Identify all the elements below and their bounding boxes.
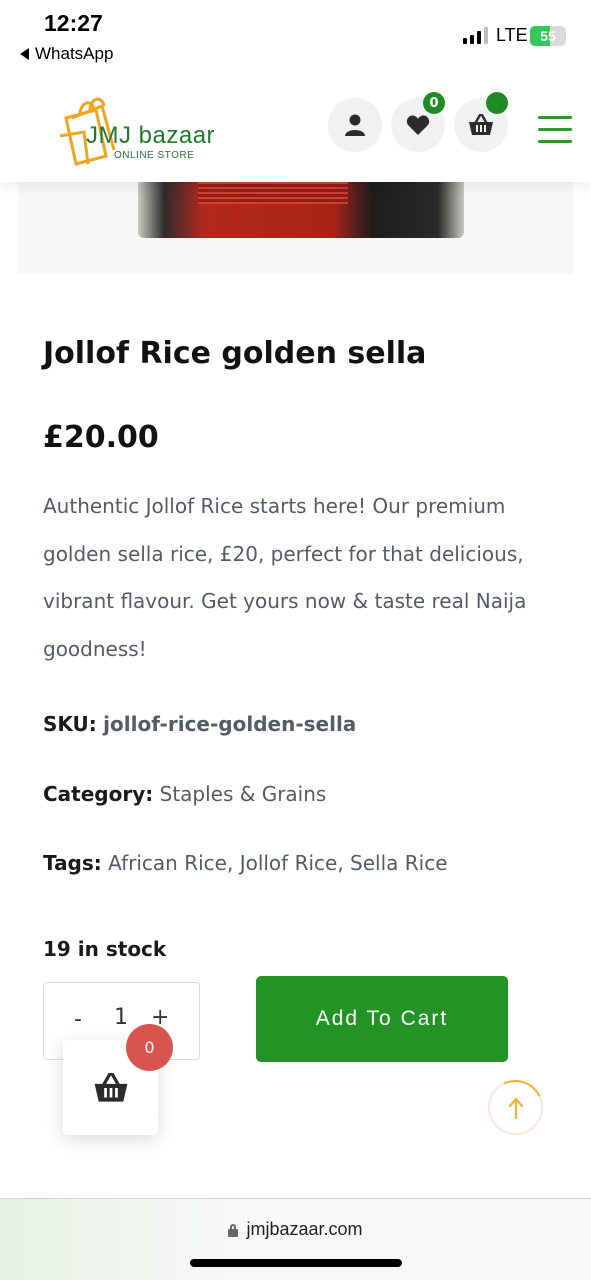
battery-level: 55 bbox=[540, 28, 556, 44]
product-image[interactable] bbox=[18, 182, 573, 274]
quantity-input[interactable]: 1 bbox=[114, 1005, 128, 1030]
tag-separator: , bbox=[337, 851, 344, 875]
heart-icon bbox=[406, 115, 430, 135]
cart-button[interactable] bbox=[454, 92, 508, 152]
battery-icon: 55 bbox=[530, 26, 566, 46]
wishlist-count-badge: 0 bbox=[423, 92, 445, 114]
hamburger-menu-icon[interactable] bbox=[538, 116, 572, 144]
basket-icon bbox=[469, 114, 493, 135]
tags-label: Tags: bbox=[43, 851, 102, 875]
site-logo[interactable]: JMJ bazaar ONLINE STORE bbox=[56, 90, 246, 166]
tag-link[interactable]: Sella Rice bbox=[350, 851, 447, 875]
wishlist-button[interactable]: 0 bbox=[391, 92, 445, 152]
home-indicator[interactable] bbox=[190, 1259, 402, 1267]
account-button[interactable] bbox=[328, 98, 382, 152]
quantity-decrease-button[interactable]: - bbox=[74, 1007, 82, 1032]
back-app-label: WhatsApp bbox=[35, 44, 114, 63]
status-bar: 12:27 WhatsApp LTE 55 bbox=[0, 0, 591, 76]
lock-icon bbox=[228, 1223, 239, 1237]
product-sku: SKU: jollof-rice-golden-sella bbox=[43, 712, 356, 736]
network-type: LTE bbox=[496, 25, 528, 45]
logo-tagline: ONLINE STORE bbox=[114, 150, 195, 161]
basket-icon bbox=[94, 1072, 127, 1102]
user-icon bbox=[345, 114, 365, 136]
signal-strength-icon bbox=[463, 26, 488, 44]
product-category: Category: Staples & Grains bbox=[43, 782, 326, 806]
product-title: Jollof Rice golden sella bbox=[43, 336, 427, 371]
tag-link[interactable]: Jollof Rice bbox=[240, 851, 338, 875]
status-time: 12:27 bbox=[44, 10, 103, 36]
add-to-cart-button[interactable]: Add To Cart bbox=[256, 976, 508, 1062]
tag-link[interactable]: African Rice bbox=[108, 851, 227, 875]
back-to-app-link[interactable]: WhatsApp bbox=[20, 44, 113, 64]
browser-address-bar[interactable]: jmjbazaar.com bbox=[0, 1198, 591, 1280]
url-text: jmjbazaar.com bbox=[246, 1219, 363, 1239]
product-description: Authentic Jollof Rice starts here! Our p… bbox=[43, 494, 527, 661]
sku-label: SKU: bbox=[43, 712, 97, 736]
tag-separator: , bbox=[226, 851, 234, 875]
floating-cart-count-badge: 0 bbox=[126, 1024, 173, 1071]
sku-value: jollof-rice-golden-sella bbox=[103, 712, 357, 736]
site-header: JMJ bazaar ONLINE STORE 0 bbox=[0, 76, 591, 182]
cart-indicator-dot bbox=[486, 92, 508, 114]
category-link[interactable]: Staples & Grains bbox=[160, 782, 327, 806]
stock-status: 19 in stock bbox=[43, 937, 167, 961]
logo-brand-name: JMJ bazaar bbox=[86, 122, 216, 149]
back-arrow-icon bbox=[20, 48, 29, 60]
category-label: Category: bbox=[43, 782, 154, 806]
scroll-to-top-button[interactable] bbox=[480, 1072, 551, 1143]
product-tags: Tags: African Rice, Jollof Rice, Sella R… bbox=[43, 851, 448, 875]
product-price: £20.00 bbox=[43, 420, 159, 455]
rice-bag-image bbox=[138, 182, 464, 238]
